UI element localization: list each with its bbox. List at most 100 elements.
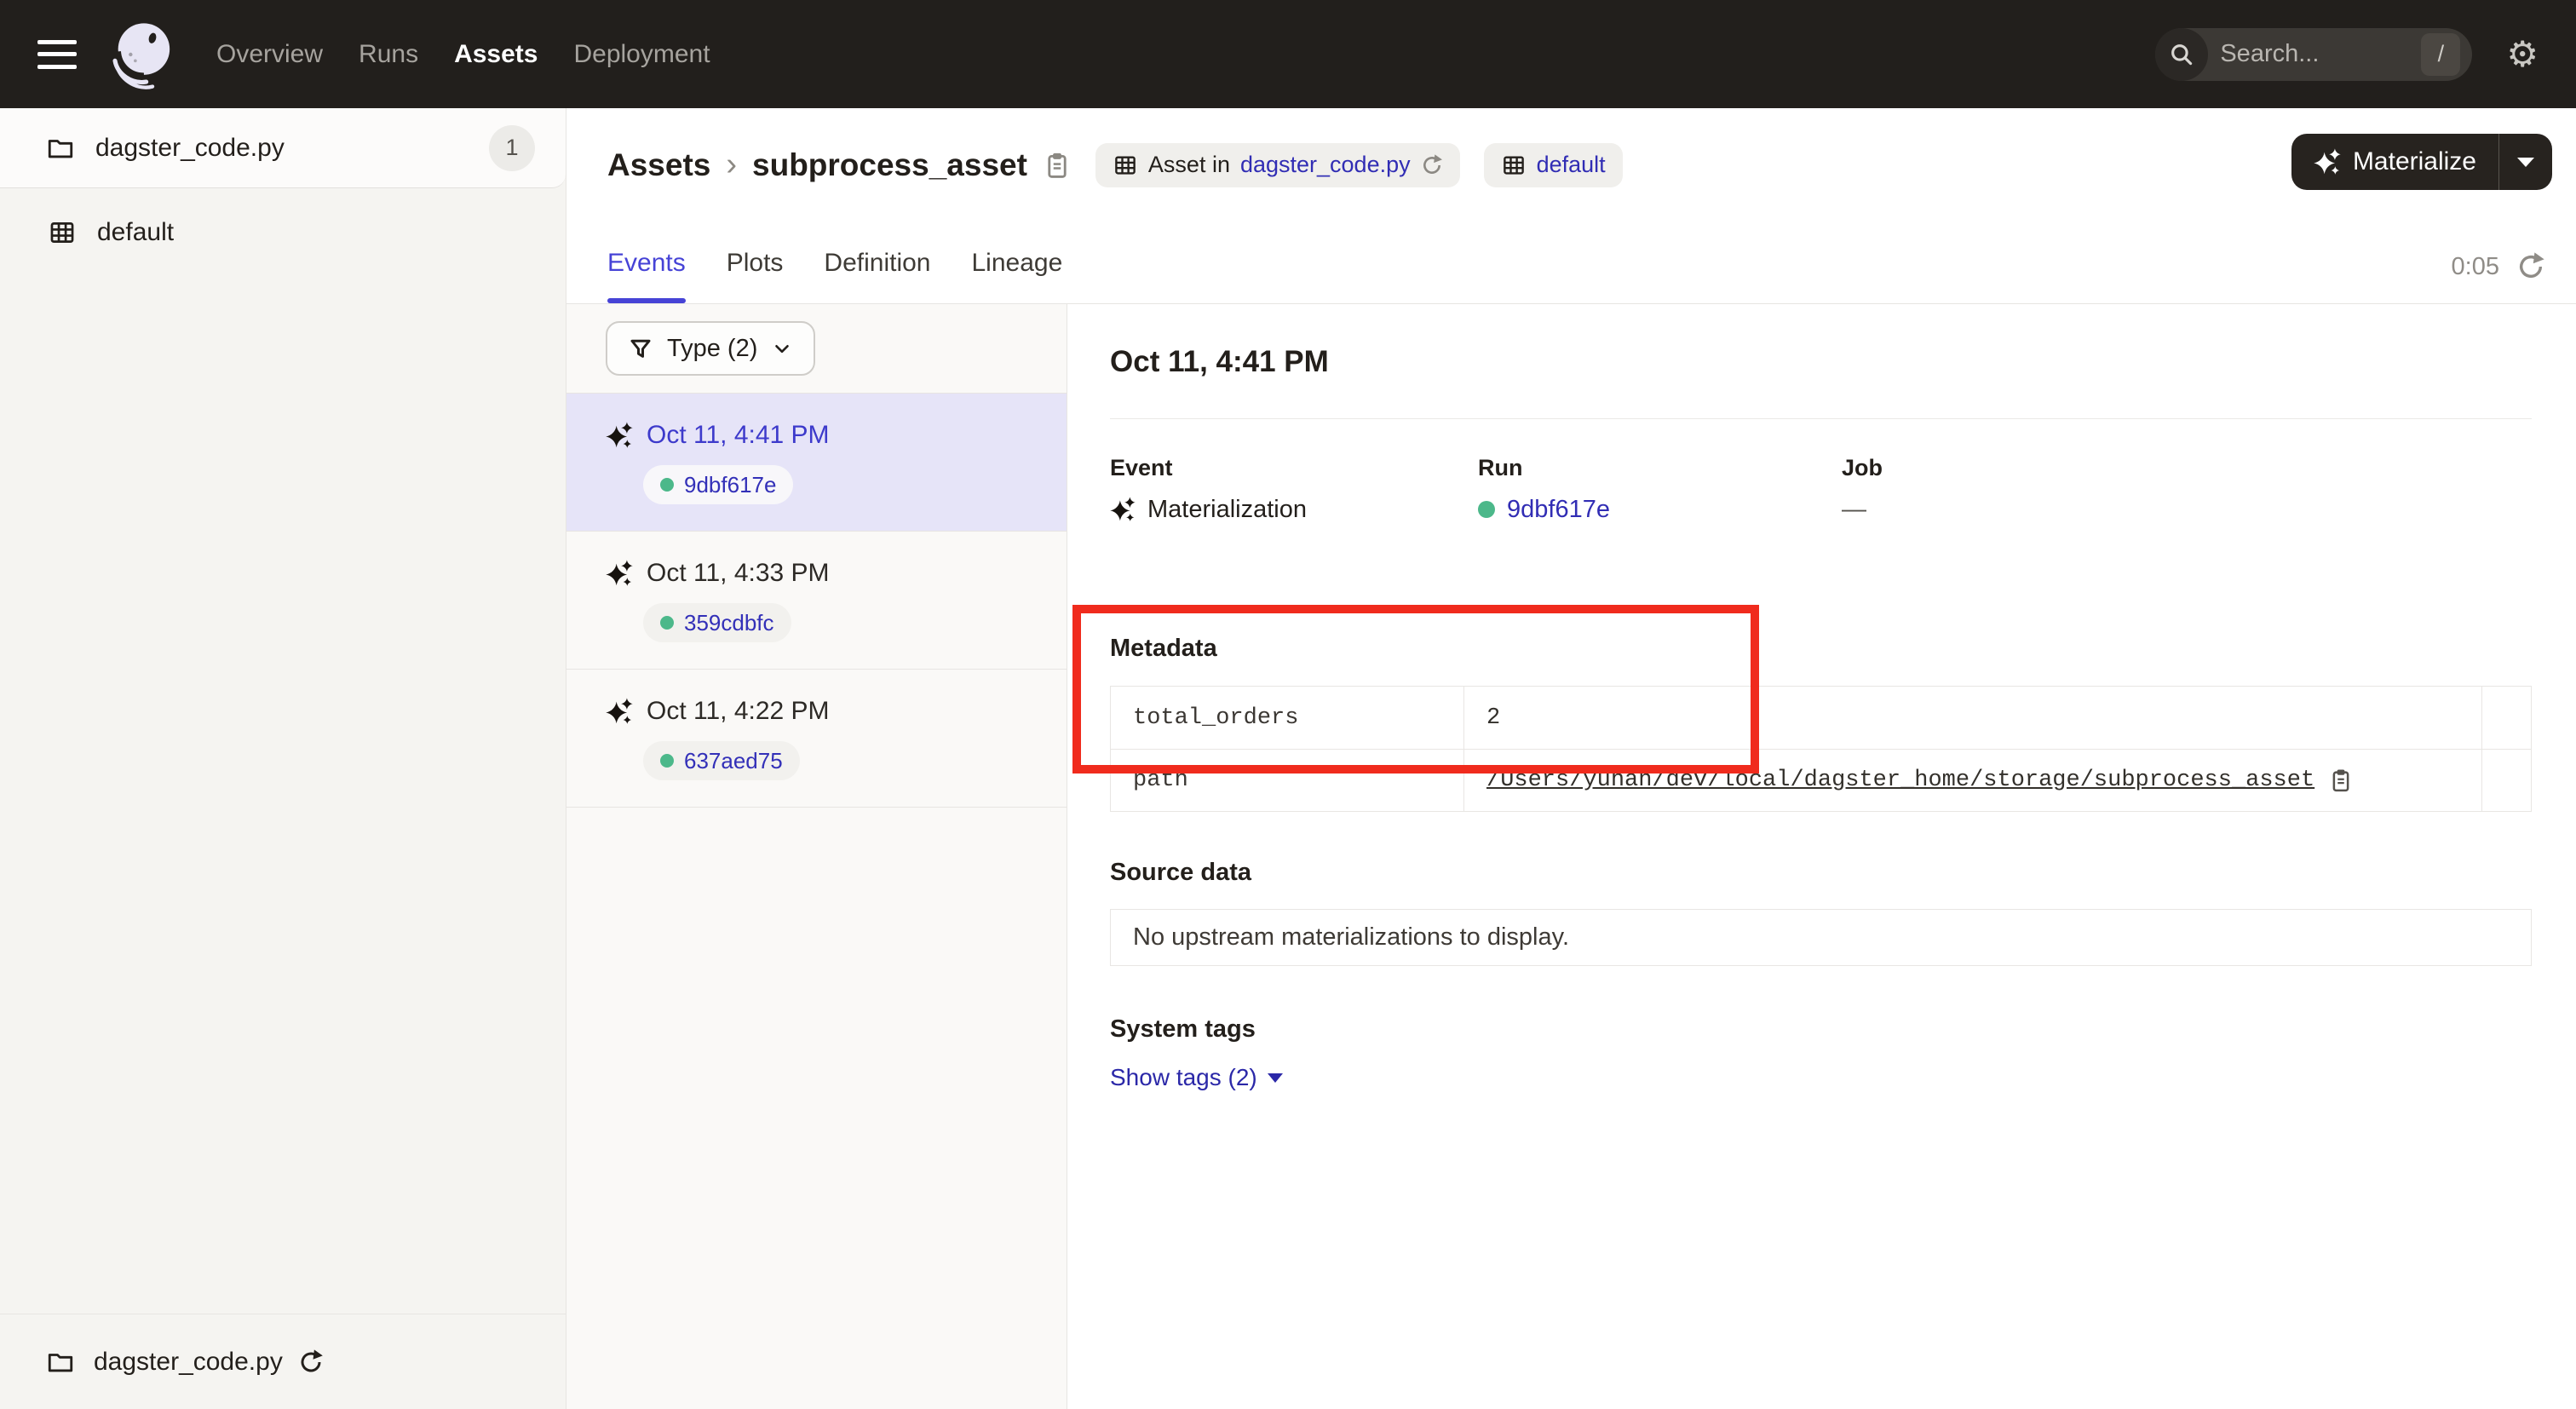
run-id-link: 359cdbfc — [684, 610, 774, 636]
system-tags-section-title: System tags — [1110, 1015, 2532, 1044]
sidebar-item-code-location[interactable]: dagster_code.py 1 — [0, 108, 566, 188]
metadata-value: 2 — [1486, 705, 1500, 731]
tab-lineage[interactable]: Lineage — [972, 249, 1063, 303]
run-id-link: 9dbf617e — [684, 472, 776, 498]
grid-icon — [1113, 152, 1138, 178]
run-id-badge[interactable]: 359cdbfc — [643, 603, 791, 642]
asset-page-header: Assets › subprocess_asset Asset in dagst… — [566, 108, 2576, 304]
asset-in-code-location-link[interactable]: dagster_code.py — [1240, 152, 1411, 178]
refresh-icon[interactable] — [2516, 252, 2545, 281]
metadata-section-title: Metadata — [1110, 634, 2532, 663]
show-tags-label: Show tags (2) — [1110, 1064, 1257, 1091]
folder-icon — [46, 1348, 75, 1377]
materialize-label: Materialize — [2353, 147, 2476, 176]
tab-events[interactable]: Events — [607, 249, 686, 303]
top-navbar: Overview Runs Assets Deployment / ⚙ — [0, 0, 2576, 108]
show-tags-toggle[interactable]: Show tags (2) — [1110, 1064, 1283, 1091]
event-detail-title: Oct 11, 4:41 PM — [1110, 343, 2532, 381]
funnel-icon — [628, 336, 653, 361]
metadata-path-link[interactable]: /Users/yuhan/dev/local/dagster_home/stor… — [1486, 768, 2314, 793]
hamburger-menu-icon[interactable] — [37, 40, 77, 69]
metadata-table: total_orders 2 path /Users/yuhan/dev/loc… — [1110, 686, 2532, 812]
nav-item-deployment[interactable]: Deployment — [573, 40, 710, 69]
metadata-key: path — [1111, 768, 1463, 793]
search-shortcut-key: / — [2421, 33, 2460, 76]
event-list-item[interactable]: Oct 11, 4:22 PM 637aed75 — [566, 670, 1067, 808]
event-list-item[interactable]: Oct 11, 4:41 PM 9dbf617e — [566, 394, 1067, 532]
materialization-sparkle-icon — [606, 560, 633, 587]
primary-nav: Overview Runs Assets Deployment — [216, 40, 710, 69]
sparkle-icon — [2314, 148, 2341, 175]
event-column-label: Event — [1110, 453, 1478, 482]
breadcrumb-separator: › — [726, 147, 737, 183]
group-badge[interactable]: default — [1484, 143, 1623, 187]
chevron-down-icon — [771, 337, 793, 359]
run-success-dot — [660, 616, 674, 630]
source-data-empty-state: No upstream materializations to display. — [1110, 909, 2532, 966]
copy-path-icon[interactable] — [2328, 768, 2354, 793]
job-value: — — [1842, 494, 1883, 525]
event-list-item[interactable]: Oct 11, 4:33 PM 359cdbfc — [566, 532, 1067, 670]
event-type-filter-button[interactable]: Type (2) — [606, 321, 815, 376]
group-badge-label: default — [1537, 152, 1606, 178]
job-column-label: Job — [1842, 453, 1883, 482]
run-success-dot — [660, 478, 674, 492]
materialization-sparkle-icon — [606, 698, 633, 725]
nav-item-runs[interactable]: Runs — [359, 40, 418, 69]
filter-label: Type (2) — [667, 335, 757, 363]
divider — [1110, 418, 2532, 419]
run-id-link[interactable]: 9dbf617e — [1507, 494, 1610, 525]
breadcrumb-assets-link[interactable]: Assets — [607, 147, 710, 183]
metadata-row: path /Users/yuhan/dev/local/dagster_home… — [1111, 749, 2531, 811]
sidebar-item-group-default[interactable]: default — [0, 202, 566, 263]
run-id-badge[interactable]: 9dbf617e — [643, 465, 793, 504]
code-location-label: dagster_code.py — [95, 134, 285, 163]
asset-count-badge: 1 — [489, 125, 535, 171]
dagster-app: Overview Runs Assets Deployment / ⚙ dags… — [0, 0, 2576, 1409]
asset-catalog-sidebar: dagster_code.py 1 default dagster_code.p… — [0, 108, 566, 1409]
event-detail-panel: Oct 11, 4:41 PM Event Materialization Ru… — [1067, 304, 2576, 1409]
event-timestamp: Oct 11, 4:22 PM — [647, 697, 830, 726]
metadata-row-end-cell — [2481, 750, 2531, 811]
asset-tabs: Events Plots Definition Lineage 0:05 — [566, 210, 2576, 304]
run-id-badge[interactable]: 637aed75 — [643, 741, 800, 780]
run-column-label: Run — [1478, 453, 1842, 482]
run-id-link: 637aed75 — [684, 748, 783, 774]
source-data-section-title: Source data — [1110, 858, 2532, 887]
footer-code-location-label: dagster_code.py — [94, 1348, 283, 1377]
copy-asset-name-icon[interactable] — [1043, 151, 1072, 180]
group-label: default — [97, 218, 174, 247]
chevron-down-icon — [2517, 158, 2534, 167]
folder-icon — [46, 134, 75, 163]
sidebar-footer: dagster_code.py — [0, 1314, 566, 1409]
search-input[interactable] — [2208, 40, 2374, 68]
tab-definition[interactable]: Definition — [824, 249, 930, 303]
global-search[interactable]: / — [2155, 28, 2472, 81]
materialize-dropdown-button[interactable] — [2499, 158, 2552, 167]
asset-in-prefix: Asset in — [1148, 152, 1230, 178]
search-icon — [2155, 28, 2208, 81]
materialization-sparkle-icon — [606, 422, 633, 449]
breadcrumb: Assets › subprocess_asset Asset in dagst… — [566, 108, 2576, 210]
refresh-countdown: 0:05 — [2452, 253, 2499, 281]
nav-item-assets[interactable]: Assets — [454, 40, 538, 69]
settings-gear-icon[interactable]: ⚙ — [2506, 37, 2539, 72]
reload-icon[interactable] — [1421, 154, 1443, 176]
materialize-split-button: Materialize — [2291, 134, 2552, 190]
metadata-row-end-cell — [2481, 687, 2531, 749]
dagster-logo-icon[interactable] — [106, 17, 181, 92]
grid-icon — [48, 218, 77, 247]
materialize-button[interactable]: Materialize — [2291, 147, 2498, 176]
asset-in-badge: Asset in dagster_code.py — [1095, 143, 1460, 187]
event-timestamp: Oct 11, 4:41 PM — [647, 421, 830, 450]
metadata-key: total_orders — [1111, 705, 1463, 731]
run-success-dot — [660, 754, 674, 768]
materialization-sparkle-icon — [1110, 497, 1136, 522]
nav-item-overview[interactable]: Overview — [216, 40, 323, 69]
tab-plots[interactable]: Plots — [727, 249, 784, 303]
reload-code-location-icon[interactable] — [298, 1349, 324, 1375]
page-title: subprocess_asset — [752, 147, 1027, 183]
grid-icon — [1501, 152, 1527, 178]
run-success-dot — [1478, 501, 1495, 518]
event-timestamp: Oct 11, 4:33 PM — [647, 559, 830, 588]
